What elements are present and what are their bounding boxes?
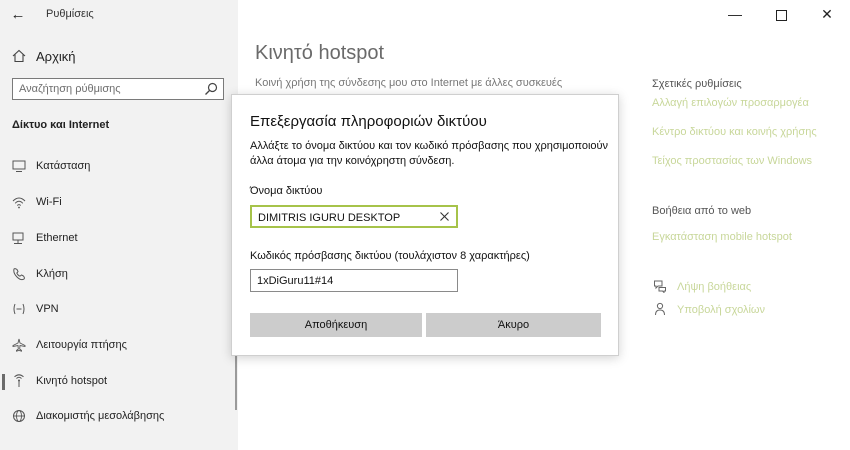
sidebar-item-label: Κατάσταση [36, 160, 91, 172]
link-windows-firewall[interactable]: Τείχος προστασίας των Windows [652, 155, 812, 167]
sidebar-item-label: Wi-Fi [36, 196, 62, 208]
sidebar-item-home[interactable]: Αρχική [12, 47, 232, 67]
status-icon [12, 160, 26, 172]
maximize-icon [775, 9, 787, 21]
sidebar-item-label: Διακομιστής μεσολάβησης [36, 410, 165, 422]
sidebar-item-label: Κινητό hotspot [36, 375, 108, 387]
edit-network-dialog: Επεξεργασία πληροφοριών δικτύου Αλλάξτε … [231, 94, 619, 356]
network-name-field[interactable] [250, 205, 458, 228]
sidebar-item-dialup[interactable]: Κλήση [0, 262, 238, 288]
dialup-icon [13, 268, 25, 281]
search-box[interactable] [12, 78, 224, 100]
link-adapter-options[interactable]: Αλλαγή επιλογών προσαρμογέα [652, 97, 809, 109]
sidebar: Αρχική Δίκτυο και Internet Κατάσταση Wi-… [0, 30, 238, 450]
sidebar-item-label: Κλήση [36, 268, 68, 280]
sidebar-item-label: Λειτουργία πτήσης [36, 339, 127, 351]
active-indicator [2, 374, 5, 390]
minimize-button[interactable]: — [712, 0, 758, 30]
dialog-title: Επεξεργασία πληροφοριών δικτύου [250, 113, 487, 130]
vpn-icon [13, 303, 25, 315]
cancel-button[interactable]: Άκυρο [426, 313, 601, 337]
link-network-sharing-center[interactable]: Κέντρο δικτύου και κοινής χρήσης [652, 126, 817, 138]
network-name-label: Όνομα δικτύου [250, 185, 323, 197]
link-setup-mobile-hotspot[interactable]: Εγκατάσταση mobile hotspot [652, 231, 792, 243]
clear-icon[interactable] [439, 211, 450, 222]
hotspot-icon [14, 374, 24, 387]
link-get-help[interactable]: Λήψη βοήθειας [677, 281, 751, 293]
search-input[interactable] [19, 81, 197, 97]
sidebar-item-proxy[interactable]: Διακομιστής μεσολάβησης [0, 404, 238, 430]
sidebar-item-wifi[interactable]: Wi-Fi [0, 190, 238, 216]
network-name-input[interactable] [258, 210, 434, 225]
title-bar: ← Ρυθμίσεις — ✕ [0, 0, 850, 30]
page-subtitle: Κοινή χρήση της σύνδεσης μου στο Interne… [255, 77, 563, 89]
airplane-icon [12, 338, 26, 352]
sidebar-item-vpn[interactable]: VPN [0, 297, 238, 323]
sidebar-item-airplane[interactable]: Λειτουργία πτήσης [0, 333, 238, 359]
title-bar-left [0, 0, 238, 30]
sidebar-item-label: Ethernet [36, 232, 78, 244]
related-settings-heading: Σχετικές ρυθμίσεις [652, 78, 742, 90]
dialog-description: Αλλάξτε το όνομα δικτύου και τον κωδικό … [250, 140, 609, 167]
proxy-icon [13, 410, 25, 422]
network-password-input[interactable] [257, 273, 433, 288]
section-title: Δίκτυο και Internet [12, 119, 110, 131]
close-button[interactable]: ✕ [804, 0, 850, 30]
network-password-field[interactable] [250, 269, 458, 292]
web-help-heading: Βοήθεια από το web [652, 205, 752, 217]
page-title: Κινητό hotspot [255, 42, 385, 64]
feedback-icon [655, 302, 665, 316]
app-title: Ρυθμίσεις [46, 8, 94, 20]
network-password-label: Κωδικός πρόσβασης δικτύου (τουλάχιστον 8… [250, 250, 530, 262]
sidebar-item-label: Αρχική [36, 49, 76, 64]
save-button[interactable]: Αποθήκευση [250, 313, 422, 337]
sidebar-item-ethernet[interactable]: Ethernet [0, 226, 238, 252]
wifi-icon [12, 197, 26, 209]
search-icon[interactable] [203, 81, 219, 97]
maximize-button[interactable] [758, 0, 804, 30]
home-icon [12, 49, 26, 63]
chat-help-icon [654, 280, 666, 293]
link-send-feedback[interactable]: Υποβολή σχολίων [677, 304, 765, 316]
sidebar-item-label: VPN [36, 303, 59, 315]
ethernet-icon [12, 232, 24, 244]
back-button[interactable]: ← [6, 4, 30, 26]
sidebar-item-status[interactable]: Κατάσταση [0, 154, 238, 180]
sidebar-item-hotspot[interactable]: Κινητό hotspot [0, 369, 238, 395]
